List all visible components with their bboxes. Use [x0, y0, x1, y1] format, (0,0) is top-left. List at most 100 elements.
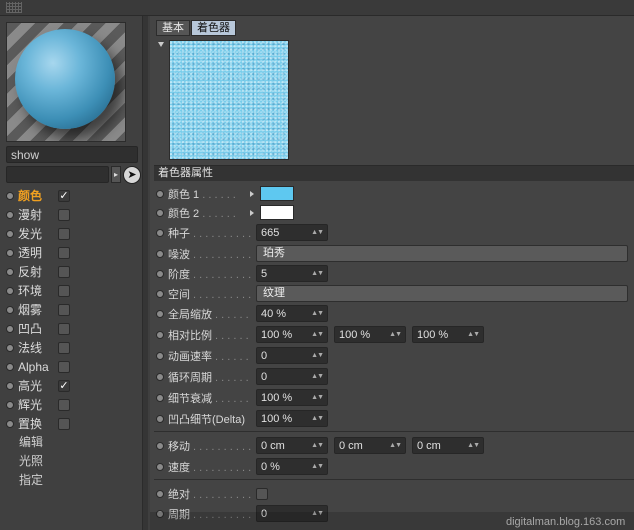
channel-label: 高光: [18, 379, 43, 393]
seed-input[interactable]: 665 ▲▼: [256, 224, 328, 241]
global-scale-input[interactable]: 40 % ▲▼: [256, 305, 328, 322]
channel-dot: [6, 305, 14, 314]
param-dot[interactable]: [156, 393, 164, 402]
channel-label: Alpha: [18, 359, 49, 374]
channel-checkbox[interactable]: [58, 265, 70, 278]
param-dot[interactable]: [156, 414, 164, 423]
left-panel: show ▸ ➤ 颜色 ✓ 漫射 发光 透明 反射 环境 烟雾 凹凸 法线 Al…: [0, 16, 148, 530]
channel-label: 凹凸: [18, 322, 43, 336]
channel-color[interactable]: 颜色 ✓: [6, 186, 142, 205]
noise-dropdown[interactable]: 珀秀: [256, 245, 628, 262]
param-dot[interactable]: [156, 309, 164, 318]
move-x-input[interactable]: 0 cm ▲▼: [256, 437, 328, 454]
channel-reflection[interactable]: 反射: [6, 262, 142, 281]
param-label: 相对比例 . . . . . .: [168, 329, 249, 342]
collapse-icon[interactable]: [158, 42, 164, 47]
bump-detail-input[interactable]: 100 % ▲▼: [256, 410, 328, 427]
param-dot[interactable]: [156, 249, 164, 258]
texture-preview: [169, 40, 289, 160]
param-global-scale: 全局缩放 . . . . . . 40 % ▲▼: [156, 304, 634, 323]
param-label: 凹凸细节(Delta): [168, 413, 246, 426]
speed-input[interactable]: 0 % ▲▼: [256, 458, 328, 475]
param-dot[interactable]: [156, 372, 164, 381]
channel-checkbox[interactable]: [58, 341, 70, 354]
channel-transparency[interactable]: 透明: [6, 243, 142, 262]
channel-checkbox[interactable]: [58, 322, 70, 335]
param-dot[interactable]: [156, 330, 164, 339]
channel-normal[interactable]: 法线: [6, 338, 142, 357]
channel-checkbox[interactable]: [58, 417, 70, 430]
channel-checkbox[interactable]: [58, 398, 70, 411]
param-dot[interactable]: [156, 189, 164, 198]
move-y-input[interactable]: 0 cm ▲▼: [334, 437, 406, 454]
loop-period-input[interactable]: 0 ▲▼: [256, 368, 328, 385]
param-dot[interactable]: [156, 289, 164, 298]
channel-label: 反射: [18, 265, 43, 279]
illumination-item[interactable]: 光照: [6, 452, 142, 471]
absolute-checkbox[interactable]: [256, 487, 268, 500]
assign-item[interactable]: 指定: [6, 471, 142, 490]
param-label: 速度 . . . . . . . . . .: [168, 461, 252, 474]
channel-search-input[interactable]: [6, 166, 109, 183]
relative-scale-z-input[interactable]: 100 % ▲▼: [412, 326, 484, 343]
color1-swatch[interactable]: [260, 186, 294, 201]
channel-specular[interactable]: 高光 ✓: [6, 376, 142, 395]
param-dot[interactable]: [156, 228, 164, 237]
channel-glow[interactable]: 辉光: [6, 395, 142, 414]
material-preview[interactable]: [6, 22, 126, 142]
channel-fog[interactable]: 烟雾: [6, 300, 142, 319]
material-name-field[interactable]: show: [6, 146, 138, 163]
relative-scale-y-input[interactable]: 100 % ▲▼: [334, 326, 406, 343]
channel-displacement[interactable]: 置换: [6, 414, 142, 433]
arrow-right-icon[interactable]: ▸: [111, 166, 121, 183]
separator: [154, 479, 634, 480]
tab-basic[interactable]: 基本: [156, 20, 190, 36]
color2-swatch[interactable]: [260, 205, 294, 220]
param-label: 动画速率 . . . . . .: [168, 350, 249, 363]
channel-checkbox[interactable]: [58, 303, 70, 316]
channel-checkbox[interactable]: ✓: [58, 379, 70, 392]
channel-checkbox[interactable]: ✓: [58, 189, 70, 202]
expand-icon[interactable]: [250, 190, 254, 197]
param-label: 噪波 . . . . . . . . . .: [168, 248, 252, 261]
param-dot[interactable]: [156, 269, 164, 278]
channel-environment[interactable]: 环境: [6, 281, 142, 300]
sphere-preview: [15, 29, 115, 129]
param-dot[interactable]: [156, 208, 164, 217]
param-label: 移动 . . . . . . . . . .: [168, 440, 252, 453]
channel-checkbox[interactable]: [58, 246, 70, 259]
anim-speed-input[interactable]: 0 ▲▼: [256, 347, 328, 364]
channel-bump[interactable]: 凹凸: [6, 319, 142, 338]
pointer-icon[interactable]: ➤: [123, 166, 141, 184]
channel-checkbox[interactable]: [58, 284, 70, 297]
channel-dot: [6, 248, 14, 257]
expand-icon[interactable]: [250, 209, 254, 216]
param-label: 种子 . . . . . . . . . .: [168, 227, 252, 240]
param-seed: 种子 . . . . . . . . . . 665 ▲▼: [156, 223, 634, 242]
move-z-input[interactable]: 0 cm ▲▼: [412, 437, 484, 454]
channel-checkbox[interactable]: [58, 208, 70, 221]
grip-icon[interactable]: [6, 2, 22, 13]
edit-item[interactable]: 编辑: [6, 433, 142, 452]
channel-diffusion[interactable]: 漫射: [6, 205, 142, 224]
octaves-input[interactable]: 5 ▲▼: [256, 265, 328, 282]
param-dot[interactable]: [156, 462, 164, 471]
channel-label: 透明: [18, 246, 43, 260]
param-dot[interactable]: [156, 489, 164, 498]
param-anim-speed: 动画速率 . . . . . . 0 ▲▼: [156, 346, 634, 365]
detail-atten-input[interactable]: 100 % ▲▼: [256, 389, 328, 406]
param-dot[interactable]: [156, 441, 164, 450]
param-space: 空间 . . . . . . . . . . 纹理: [156, 284, 634, 303]
relative-scale-x-input[interactable]: 100 % ▲▼: [256, 326, 328, 343]
channel-checkbox[interactable]: [58, 227, 70, 240]
param-dot[interactable]: [156, 351, 164, 360]
space-dropdown[interactable]: 纹理: [256, 285, 628, 302]
channel-dot: [6, 286, 14, 295]
channel-luminance[interactable]: 发光: [6, 224, 142, 243]
channel-checkbox[interactable]: [58, 360, 70, 373]
param-label: 全局缩放 . . . . . .: [168, 308, 249, 321]
param-absolute: 绝对 . . . . . . . . . .: [156, 484, 634, 503]
panel-divider[interactable]: [142, 16, 148, 530]
channel-alpha[interactable]: Alpha: [6, 357, 142, 376]
tab-shader[interactable]: 着色器: [191, 20, 236, 36]
